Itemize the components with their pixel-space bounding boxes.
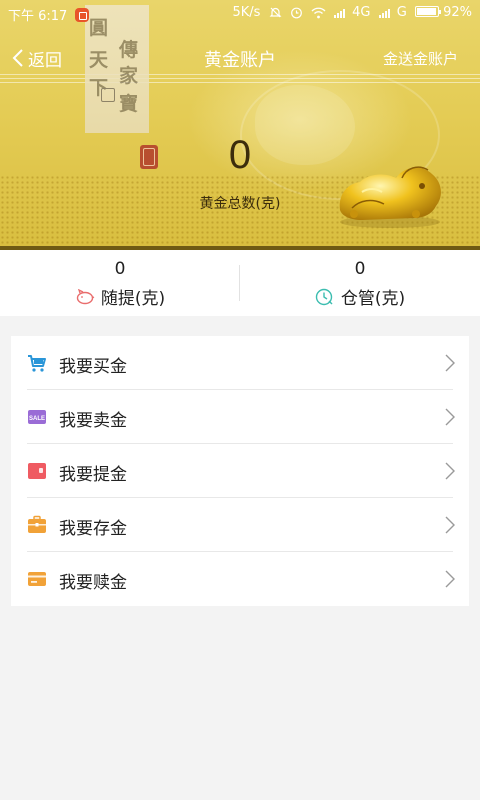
chevron-right-icon [445,462,455,480]
chevron-left-icon [12,49,23,67]
back-button[interactable]: 返回 [12,46,62,71]
stat-label-row: 仓管(克) [240,284,480,309]
gold-total-label: 黄金总数(克) [199,196,281,212]
battery-icon [414,6,441,17]
stat-label: 随提(克) [100,289,166,309]
screenshot-notification-icon [75,8,90,22]
alarm-icon [290,7,302,19]
battery-level: 92% [443,5,472,20]
golden-pixiu-icon [339,166,441,228]
mute-bell-icon [269,7,281,18]
status-bar: 下午 6:17 5K/s 4G G 92% [0,0,480,26]
stat-value: 0 [114,259,126,279]
stat-label: 仓管(克) [340,289,406,309]
chevron-right-icon [445,570,455,588]
brand-char: 傳 [119,39,139,61]
gold-stats: 0 随提(克) 0 仓管(克) [0,250,480,316]
gold-gift-account-link[interactable]: 金送金账户 [383,48,458,69]
status-time: 下午 6:17 [8,9,68,24]
brand-char: 天 [89,49,109,71]
gold-account-header: 圓 傳 天 家 下 寶 下午 6:17 5K/s 4G G 92% 返回 黄金账… [0,0,480,250]
menu-item-withdraw-gold[interactable]: 我要提金 [11,444,469,498]
menu-item-label: 我要买金 [59,357,127,377]
menu-item-label: 我要提金 [59,465,127,485]
menu-item-label: 我要赎金 [59,573,127,593]
status-left: 下午 6:17 [8,5,90,24]
status-right: 5K/s 4G G 92% [232,5,472,20]
brand-char: 家 [119,65,139,87]
sale-tag-icon: SALE [28,410,46,424]
back-label: 返回 [28,50,62,71]
piggy-bank-icon [76,288,95,304]
menu-item-deposit-gold[interactable]: 我要存金 [11,498,469,552]
network-type: 4G [352,5,371,20]
wallet-icon [28,463,46,479]
clock-shield-icon [315,288,333,305]
cart-icon [28,355,46,372]
signal-icon [333,9,345,18]
net-speed: 5K/s [232,5,261,20]
gold-total-value: 0 [228,133,252,177]
stat-withdraw-anytime[interactable]: 0 随提(克) [0,250,240,316]
page-title: 黄金账户 [204,50,276,71]
signal-icon-2 [378,9,390,18]
stat-value: 0 [354,259,366,279]
chevron-right-icon [445,408,455,426]
menu-item-buy-gold[interactable]: 我要买金 [11,336,469,390]
network-type-2: G [396,5,407,20]
chevron-right-icon [445,354,455,372]
briefcase-icon [28,515,46,533]
menu-item-sell-gold[interactable]: SALE 我要卖金 [11,390,469,444]
card-coin-icon [28,572,46,586]
action-menu: 我要买金 SALE 我要卖金 我要提金 我要存金 我要赎金 [11,336,469,606]
sale-icon-text: SALE [29,416,45,422]
stat-label-row: 随提(克) [0,284,240,309]
chevron-right-icon [445,516,455,534]
brand-char: 寶 [119,93,139,115]
stat-warehouse[interactable]: 0 仓管(克) [240,250,480,316]
menu-item-label: 我要卖金 [59,411,127,431]
brand-seal-icon [101,88,115,102]
menu-item-redeem-gold[interactable]: 我要赎金 [11,552,469,606]
menu-item-label: 我要存金 [59,519,127,539]
wifi-icon [311,7,326,18]
